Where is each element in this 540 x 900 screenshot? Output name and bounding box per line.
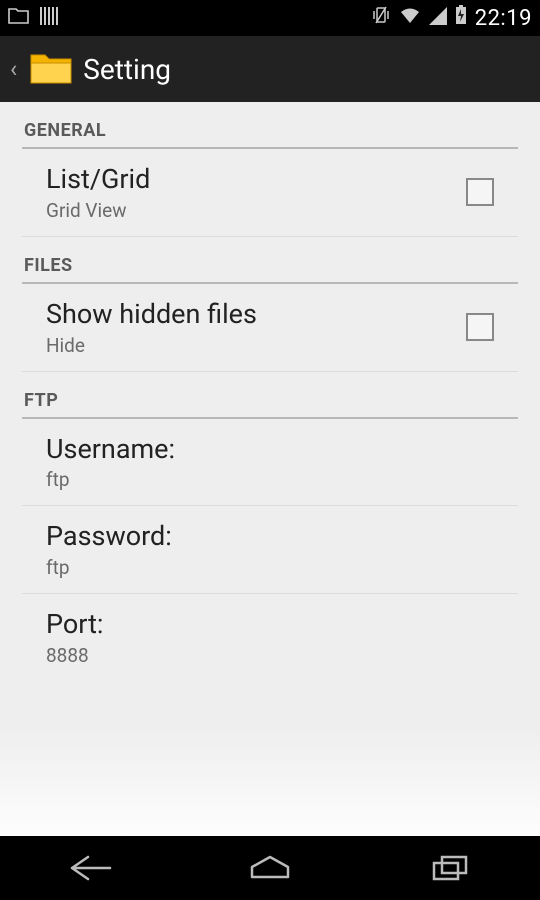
status-bar: 22:19	[0, 0, 540, 36]
checkbox-list-grid[interactable]	[466, 178, 494, 206]
pref-title: Port:	[46, 608, 494, 642]
nav-home-button[interactable]	[240, 848, 300, 888]
pref-summary: 8888	[46, 644, 494, 667]
pref-show-hidden[interactable]: Show hidden files Hide	[22, 284, 518, 372]
pref-title: Username:	[46, 433, 494, 467]
pref-title: Show hidden files	[46, 298, 466, 332]
pref-summary: Grid View	[46, 199, 466, 222]
section-header-files: FILES	[0, 237, 540, 282]
battery-charging-icon	[455, 5, 467, 31]
barcode-status-icon	[40, 6, 58, 31]
wifi-icon	[399, 6, 421, 31]
folder-icon[interactable]	[29, 51, 73, 87]
pref-summary: ftp	[46, 468, 494, 491]
pref-ftp-username[interactable]: Username: ftp	[22, 419, 518, 507]
status-time: 22:19	[475, 6, 532, 31]
checkbox-show-hidden[interactable]	[466, 313, 494, 341]
vibrate-icon	[371, 5, 391, 31]
nav-bar	[0, 836, 540, 900]
nav-recent-button[interactable]	[420, 848, 480, 888]
pref-title: List/Grid	[46, 163, 466, 197]
section-header-general: GENERAL	[0, 102, 540, 147]
pref-title: Password:	[46, 520, 494, 554]
pref-list-grid[interactable]: List/Grid Grid View	[22, 149, 518, 237]
section-header-ftp: FTP	[0, 372, 540, 417]
signal-icon	[429, 6, 447, 31]
pref-ftp-port[interactable]: Port: 8888	[22, 594, 518, 681]
folder-status-icon	[8, 6, 30, 31]
pref-ftp-password[interactable]: Password: ftp	[22, 506, 518, 594]
back-button[interactable]: ‹	[8, 55, 19, 83]
pref-summary: ftp	[46, 556, 494, 579]
pref-summary: Hide	[46, 334, 466, 357]
page-title: Setting	[83, 53, 171, 86]
nav-back-button[interactable]	[60, 848, 120, 888]
action-bar: ‹ Setting	[0, 36, 540, 102]
settings-content: GENERAL List/Grid Grid View FILES Show h…	[0, 102, 540, 836]
